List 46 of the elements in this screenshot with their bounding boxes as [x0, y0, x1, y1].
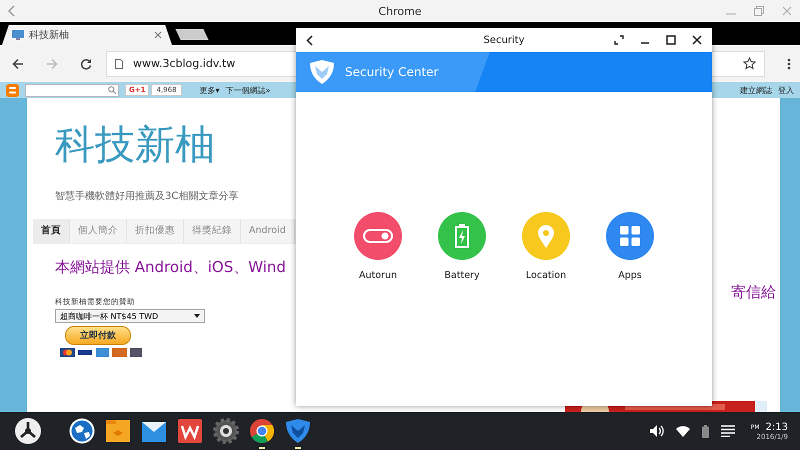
close-icon[interactable]: [692, 35, 702, 45]
volume-icon[interactable]: [650, 425, 664, 437]
search-icon[interactable]: [108, 86, 116, 94]
next-blog-link[interactable]: 下一個網誌»: [226, 84, 270, 96]
star-icon[interactable]: [743, 57, 756, 70]
folder-icon[interactable]: [105, 418, 131, 444]
headline-end: 寄信給: [731, 283, 776, 301]
globe-icon[interactable]: [69, 418, 95, 444]
create-blog-link[interactable]: 建立網誌: [740, 84, 772, 96]
clock-time[interactable]: 2:13: [766, 422, 788, 432]
sign-in-link[interactable]: 登入: [778, 84, 794, 96]
back-icon[interactable]: [306, 34, 313, 46]
blogger-logo-icon[interactable]: [6, 84, 19, 96]
feature-button[interactable]: Apps: [601, 212, 659, 406]
amount-dropdown[interactable]: 超商咖啡一杯 NT$45 TWD: [55, 309, 205, 323]
shield-logo-icon: [309, 59, 335, 85]
more-menu[interactable]: 更多▾: [200, 84, 220, 96]
feature-button[interactable]: Location: [517, 212, 575, 406]
nav-tab[interactable]: 首頁: [33, 219, 70, 243]
menu-icon[interactable]: [787, 58, 791, 70]
feature-button[interactable]: Autorun: [349, 212, 407, 406]
window-title: Security: [482, 34, 526, 46]
chrome-icon[interactable]: [249, 418, 275, 444]
wifi-icon[interactable]: [676, 426, 690, 436]
monitor-icon: [12, 30, 24, 40]
launcher-icon[interactable]: [15, 418, 41, 444]
search-field[interactable]: [25, 84, 119, 96]
headline: 本網站提供 Android、iOS、Wind: [55, 258, 286, 277]
app-title: Security Center: [345, 65, 438, 79]
resize-icon[interactable]: [614, 35, 624, 45]
browser-tab[interactable]: 科技新柚: [2, 25, 172, 45]
feature-button[interactable]: Battery: [433, 212, 491, 406]
reload-icon[interactable]: [80, 58, 92, 70]
office-icon[interactable]: [177, 418, 203, 444]
blog-subtitle: 智慧手機軟體好用推薦及3C相關文章分享: [55, 190, 238, 203]
notifications-icon[interactable]: [720, 425, 735, 437]
dropdown-arrow-icon: [194, 314, 200, 318]
window-title: Chrome: [377, 4, 423, 18]
new-tab-button[interactable]: [175, 29, 209, 40]
battery-icon[interactable]: [702, 424, 709, 438]
shield-icon[interactable]: [285, 418, 311, 444]
maximize-icon[interactable]: [666, 35, 676, 45]
page-icon: [115, 58, 123, 68]
back-arrow-icon[interactable]: [12, 58, 24, 70]
pay-now-button[interactable]: 立即付款: [65, 326, 131, 345]
gear-icon[interactable]: [213, 418, 239, 444]
